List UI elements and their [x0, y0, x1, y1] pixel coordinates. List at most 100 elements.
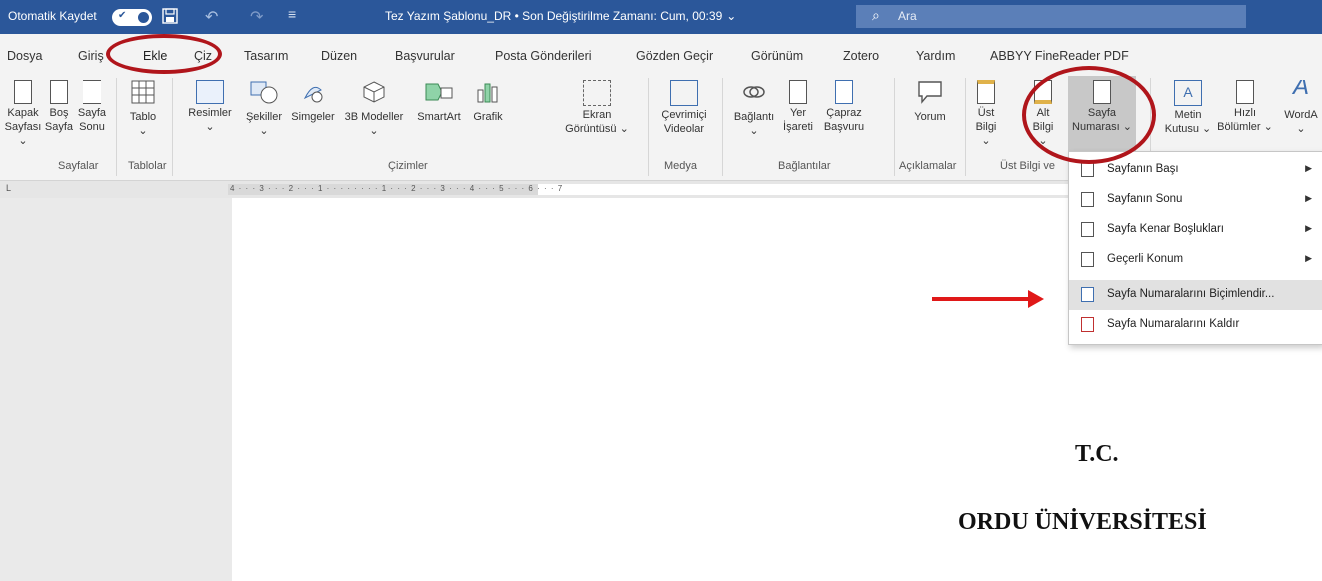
pictures-label: Resimler [188, 107, 232, 119]
cross-reference-button[interactable]: Çapraz Başvuru [820, 80, 868, 134]
page-break-label: Sayfa [77, 107, 107, 119]
comment-button[interactable]: Yorum [900, 80, 960, 124]
tab-view[interactable]: Görünüm [751, 49, 803, 63]
quick-parts-button[interactable]: Hızlı Bölümler ⌄ [1216, 80, 1274, 134]
text-box-label: Metin [1174, 109, 1202, 121]
header-dropdown: Bilgi ⌄ [975, 121, 997, 147]
page-break-label-2: Sonu [79, 121, 105, 133]
annotation-circle-insert-tab [106, 34, 222, 74]
cover-page-label-2: Sayfası ⌄ [4, 121, 42, 147]
autosave-toggle[interactable]: ✔ [112, 9, 152, 26]
blank-page-label: Boş [49, 107, 69, 119]
menu-item-label: Sayfa Numaralarını Kaldır [1107, 318, 1240, 330]
bookmark-button[interactable]: Yer İşareti [778, 80, 818, 134]
header-icon [977, 80, 995, 104]
page-break-icon [83, 80, 101, 104]
search-icon: ⌕ [872, 7, 880, 23]
ribbon-separator [172, 78, 173, 176]
page-top-icon [1081, 162, 1094, 177]
link-icon [743, 86, 765, 98]
cover-page-icon [14, 80, 32, 104]
pictures-dropdown: ⌄ [205, 121, 215, 133]
menu-item-bottom-of-page[interactable]: Sayfanın Sonu ▶ [1069, 185, 1322, 215]
ribbon-separator [116, 78, 117, 176]
icons-label: Simgeler [291, 111, 335, 123]
text-box-button[interactable]: A Metin Kutusu ⌄ [1160, 80, 1216, 136]
icons-icon [303, 86, 323, 103]
menu-item-label: Sayfanın Sonu [1107, 193, 1183, 205]
ruler-marks: 4 · · · 3 · · · 2 · · · 1 · · · · · · · … [230, 184, 564, 193]
autosave-label: Otomatik Kaydet [8, 9, 97, 23]
search-box[interactable]: ⌕ Ara [856, 5, 1246, 28]
cover-page-label: Kapak [7, 107, 39, 119]
3d-models-button[interactable]: 3B Modeller ⌄ [338, 80, 410, 138]
picture-icon [196, 80, 224, 104]
group-label-illustrations: Çizimler [388, 160, 428, 172]
pictures-button[interactable]: Resimler ⌄ [182, 80, 238, 134]
3d-models-dropdown: ⌄ [369, 125, 379, 137]
blank-page-button[interactable]: Boş Sayfa [44, 80, 74, 134]
menu-item-label: Sayfanın Başı [1107, 163, 1179, 175]
wordart-button[interactable]: A WordA ⌄ [1280, 80, 1322, 136]
bookmark-label-2: İşareti [783, 121, 813, 133]
comment-icon [918, 81, 942, 104]
online-video-button[interactable]: Çevrimiçi Videolar [656, 80, 712, 136]
customize-quick-access-icon[interactable]: ≡ [288, 6, 296, 22]
link-button[interactable]: Bağlantı ⌄ [730, 80, 778, 138]
save-icon[interactable] [162, 8, 178, 24]
page-break-button[interactable]: Sayfa Sonu [76, 80, 108, 134]
tab-references[interactable]: Başvurular [395, 49, 455, 63]
tab-mailings[interactable]: Posta Gönderileri [495, 49, 592, 63]
tab-abbyy[interactable]: ABBYY FineReader PDF [990, 49, 1129, 63]
menu-item-label: Geçerli Konum [1107, 253, 1184, 265]
ribbon-separator [965, 78, 966, 176]
menu-item-current-position[interactable]: Geçerli Konum ▶ [1069, 245, 1322, 275]
tab-home[interactable]: Giriş [78, 49, 104, 63]
table-dropdown: ⌄ [138, 125, 148, 137]
page-margins-icon [1081, 222, 1094, 237]
cover-page-button[interactable]: Kapak Sayfası ⌄ [4, 80, 42, 148]
icons-button[interactable]: Simgeler [288, 80, 338, 124]
group-label-comments: Açıklamalar [899, 160, 957, 172]
online-video-label: Çevrimiçi [661, 109, 707, 121]
ribbon-separator [648, 78, 649, 176]
submenu-arrow-icon: ▶ [1305, 223, 1312, 233]
chart-icon [477, 83, 498, 103]
annotation-arrow-head-icon [1028, 290, 1044, 308]
tab-zotero[interactable]: Zotero [843, 49, 879, 63]
screenshot-icon [583, 80, 611, 106]
smartart-button[interactable]: SmartArt [410, 80, 468, 124]
chart-button[interactable]: Grafik [468, 80, 508, 124]
tab-review[interactable]: Gözden Geçir [636, 49, 713, 63]
remove-page-numbers-icon [1081, 317, 1094, 332]
menu-item-remove-page-numbers[interactable]: Sayfa Numaralarını Kaldır [1069, 310, 1322, 340]
toggle-knob [138, 12, 149, 23]
group-label-pages: Sayfalar [58, 160, 99, 172]
page-bottom-icon [1081, 192, 1094, 207]
menu-item-page-margins[interactable]: Sayfa Kenar Boşlukları ▶ [1069, 215, 1322, 245]
redo-icon[interactable]: ↷ [250, 7, 263, 27]
wordart-icon: A [1292, 80, 1309, 100]
blank-page-label-2: Sayfa [44, 121, 74, 133]
menu-item-format-page-numbers[interactable]: Sayfa Numaralarını Biçimlendir... [1069, 280, 1322, 310]
tab-file[interactable]: Dosya [7, 49, 42, 63]
text-box-dropdown: Kutusu ⌄ [1164, 123, 1212, 135]
screenshot-label-2: Görüntüsü ⌄ [565, 123, 629, 135]
tab-layout[interactable]: Düzen [321, 49, 357, 63]
tab-help[interactable]: Yardım [916, 49, 955, 63]
table-button[interactable]: Tablo ⌄ [128, 80, 158, 138]
header-button[interactable]: Üst Bilgi ⌄ [970, 80, 1002, 148]
table-label: Tablo [129, 111, 157, 123]
undo-icon[interactable]: ↶ [205, 7, 218, 27]
annotation-circle-page-number [1022, 66, 1156, 164]
screenshot-button[interactable]: Ekran Görüntüsü ⌄ [552, 80, 642, 136]
group-label-header-footer: Üst Bilgi ve [1000, 160, 1056, 172]
shapes-button[interactable]: Şekiller ⌄ [240, 80, 288, 138]
tab-selector-icon[interactable]: L [6, 183, 11, 193]
smartart-label: SmartArt [417, 111, 461, 123]
current-position-icon [1081, 252, 1094, 267]
header-label: Üst [977, 107, 995, 119]
tab-design[interactable]: Tasarım [244, 49, 288, 63]
document-title[interactable]: Tez Yazım Şablonu_DR • Son Değiştirilme … [385, 9, 736, 23]
document-title-text: Tez Yazım Şablonu_DR • Son Değiştirilme … [385, 9, 723, 23]
